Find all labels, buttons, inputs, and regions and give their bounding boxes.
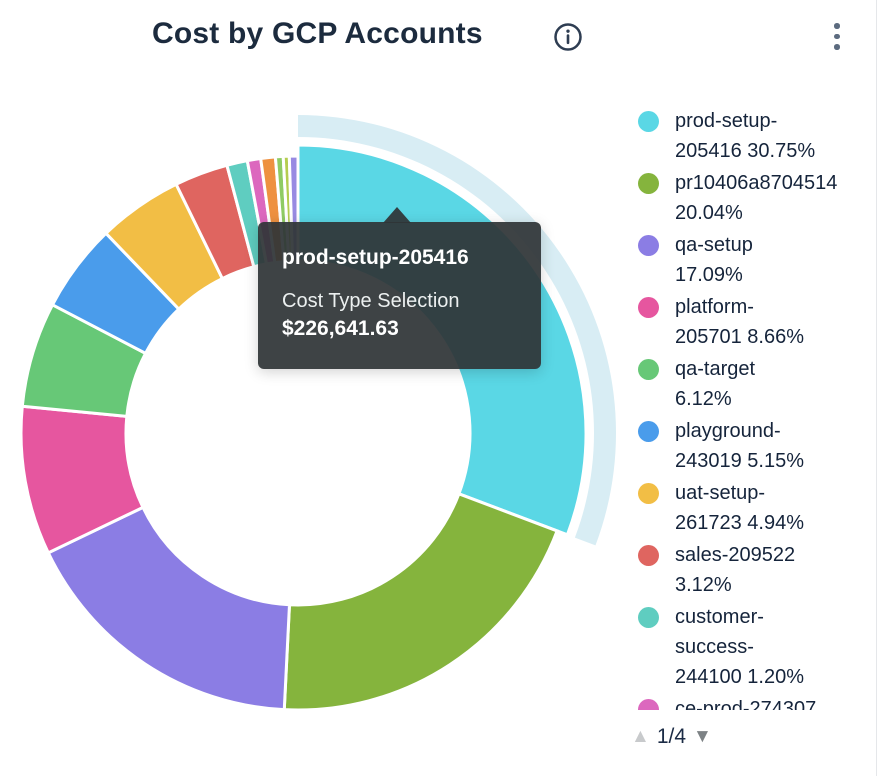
legend-page-down-button[interactable]: ▼ xyxy=(693,726,712,748)
legend-label: qa-target 6.12% xyxy=(675,354,817,414)
pie-slice-qa-setup[interactable] xyxy=(48,507,289,709)
pie-slice-pr10406a8704514[interactable] xyxy=(284,494,557,710)
legend-label: qa-setup 17.09% xyxy=(675,230,817,290)
tooltip-metric-label: Cost Type Selection xyxy=(282,288,517,315)
legend-label: pr10406a8704514 20.04% xyxy=(675,168,817,228)
legend-dot-icon xyxy=(638,297,659,318)
legend-label: prod-setup-205416 30.75% xyxy=(675,106,817,166)
legend-dot-icon xyxy=(638,359,659,380)
legend-label: customer-success-244100 1.20% xyxy=(675,602,817,692)
legend-dot-icon xyxy=(638,235,659,256)
legend-dot-icon xyxy=(638,607,659,628)
legend-dot-icon xyxy=(638,111,659,132)
legend-item[interactable]: prod-setup-205416 30.75% xyxy=(638,106,866,166)
legend-item[interactable]: uat-setup-261723 4.94% xyxy=(638,478,866,538)
legend-item[interactable]: qa-setup 17.09% xyxy=(638,230,866,290)
legend-item[interactable]: qa-target 6.12% xyxy=(638,354,866,414)
legend-dot-icon xyxy=(638,483,659,504)
legend-item[interactable]: customer-success-244100 1.20% xyxy=(638,602,866,692)
legend-item[interactable]: playground-243019 5.15% xyxy=(638,416,866,476)
legend-dot-icon xyxy=(638,545,659,566)
legend-dot-icon xyxy=(638,421,659,442)
chart-tooltip: prod-setup-205416 Cost Type Selection $2… xyxy=(258,222,541,369)
legend-item[interactable]: sales-209522 3.12% xyxy=(638,540,866,600)
legend-item[interactable]: ce-prod-274307 0.78% xyxy=(638,694,866,710)
legend-dot-icon xyxy=(638,173,659,194)
legend-pagination: ▲ 1/4 ▼ xyxy=(631,725,712,749)
legend-label: ce-prod-274307 0.78% xyxy=(675,694,817,710)
legend-label: sales-209522 3.12% xyxy=(675,540,817,600)
legend-label: platform-205701 8.66% xyxy=(675,292,817,352)
cost-widget-card: Cost by GCP Accounts prod-setup-205416 3… xyxy=(0,0,877,776)
legend-label: uat-setup-261723 4.94% xyxy=(675,478,817,538)
legend-page-up-button[interactable]: ▲ xyxy=(631,726,650,748)
tooltip-value: $226,641.63 xyxy=(282,315,517,343)
tooltip-arrow-icon xyxy=(383,207,411,223)
legend-item[interactable]: pr10406a8704514 20.04% xyxy=(638,168,866,228)
legend-label: playground-243019 5.15% xyxy=(675,416,817,476)
tooltip-title: prod-setup-205416 xyxy=(282,246,517,270)
legend-item[interactable]: platform-205701 8.66% xyxy=(638,292,866,352)
legend-page-indicator: 1/4 xyxy=(657,725,686,749)
chart-legend: prod-setup-205416 30.75%pr10406a8704514 … xyxy=(638,106,866,710)
legend-dot-icon xyxy=(638,699,659,710)
